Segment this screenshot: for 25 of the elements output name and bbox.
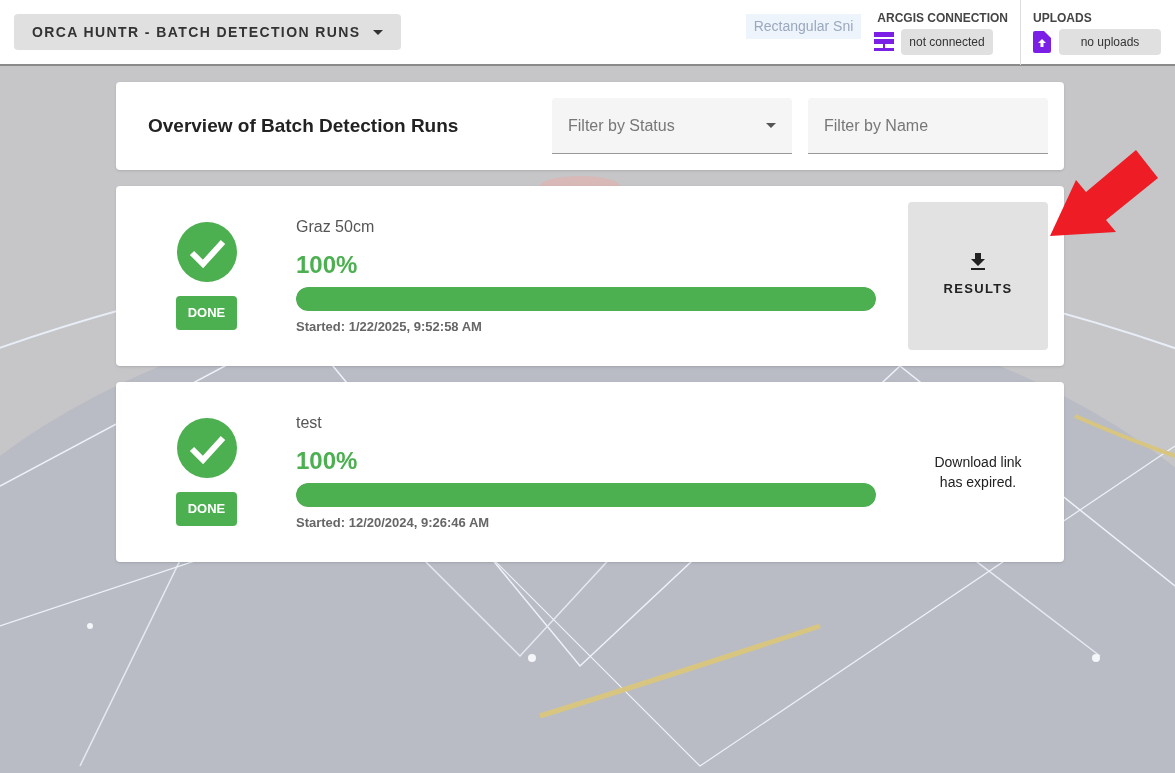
start-time: Started: 1/22/2025, 9:52:58 AM <box>296 318 483 337</box>
download-icon <box>970 253 986 272</box>
upload-status: no uploads <box>1059 29 1161 55</box>
progress-percent: 100% <box>296 250 359 281</box>
snip-hint: Rectangular Sni <box>745 14 862 39</box>
app-menu-button[interactable]: ORCA HUNTR - BATCH DETECTION RUNS <box>14 14 401 50</box>
server-icon <box>873 31 896 53</box>
expired-note: Download link has expired. <box>933 453 1023 492</box>
results-button[interactable]: RESULTS <box>908 202 1048 350</box>
section-title: UPLOADS <box>1033 10 1092 27</box>
check-circle-icon <box>176 222 237 283</box>
page-heading: Overview of Batch Detection Runs <box>148 113 460 138</box>
progress-percent: 100% <box>296 446 359 477</box>
name-filter[interactable]: Filter by Name <box>808 98 1048 154</box>
check-circle-icon <box>176 418 237 479</box>
caret-icon <box>766 123 776 128</box>
status-badge: DONE <box>175 296 238 330</box>
caret-icon <box>372 29 383 35</box>
connection-status: not connected <box>901 29 993 55</box>
start-time: Started: 12/20/2024, 9:26:46 AM <box>296 514 491 533</box>
file-upload-icon <box>1033 31 1051 53</box>
run-name: test <box>296 413 323 434</box>
status-filter[interactable]: Filter by Status <box>552 98 792 154</box>
status-badge: DONE <box>175 492 238 526</box>
run-name: Graz 50cm <box>296 217 376 238</box>
